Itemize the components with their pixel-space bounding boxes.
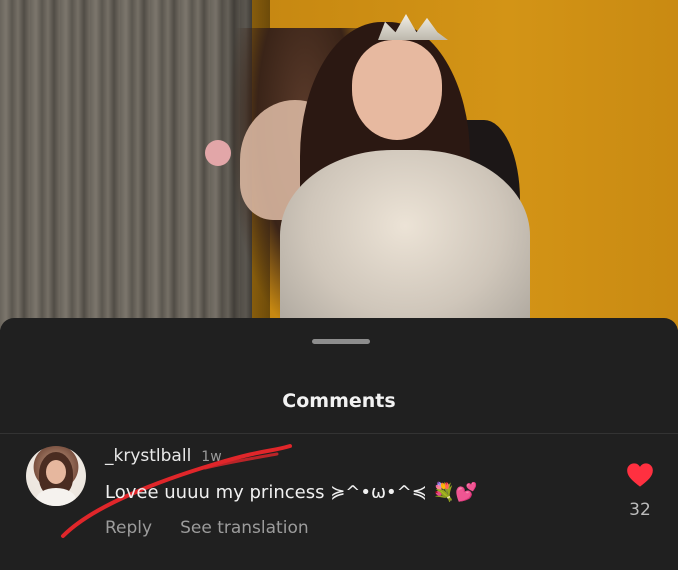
comment-header: _krystlball 1w (105, 446, 222, 466)
post-photo (0, 0, 678, 330)
comments-title: Comments (282, 390, 396, 412)
reply-button[interactable]: Reply (105, 518, 152, 538)
photo-person-right-face (352, 40, 442, 140)
heart-icon[interactable] (626, 462, 654, 488)
comment-timestamp: 1w (201, 449, 222, 465)
comment-username[interactable]: _krystlball (105, 446, 191, 466)
like-count: 32 (629, 500, 651, 520)
avatar-face (46, 460, 66, 484)
comment-actions: Reply See translation (105, 518, 309, 538)
photo-flower (205, 140, 231, 166)
drag-handle[interactable] (312, 339, 370, 344)
avatar[interactable] (26, 446, 86, 506)
comment-text: Lovee uuuu my princess ≽^•ω•^≼ 💐💕 (105, 482, 478, 503)
comment-item: _krystlball 1w Lovee uuuu my princess ≽^… (0, 438, 678, 568)
photo-dress (280, 150, 530, 330)
avatar-shirt (36, 488, 76, 506)
divider (0, 433, 678, 434)
see-translation-button[interactable]: See translation (180, 518, 309, 538)
comments-sheet: Comments _krystlball 1w Lovee uuuu my pr… (0, 318, 678, 570)
like-control[interactable]: 32 (622, 462, 658, 520)
